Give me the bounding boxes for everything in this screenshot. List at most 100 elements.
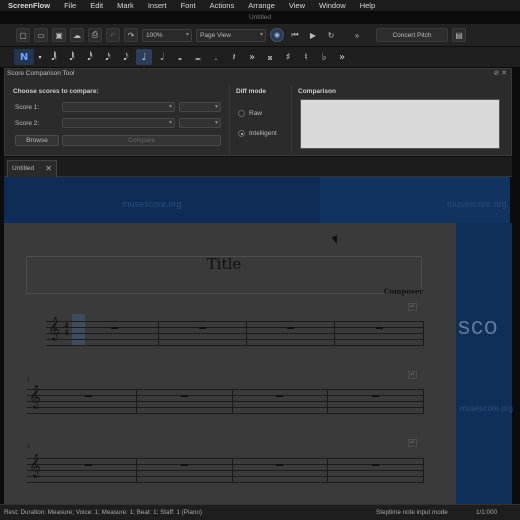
score-title[interactable]: Title xyxy=(26,255,422,273)
chevron-down-icon: ▾ xyxy=(168,104,172,110)
panel-float-close-icon[interactable]: ⊘ ✕ xyxy=(493,69,507,77)
compare-button[interactable]: Compare xyxy=(62,135,221,146)
menu-edit[interactable]: Edit xyxy=(90,1,103,10)
menu-actions[interactable]: Actions xyxy=(210,1,235,10)
view-mode-select[interactable]: Page View ▾ xyxy=(196,28,266,42)
window-title: Untitled xyxy=(248,14,272,21)
browse-button[interactable]: Browse xyxy=(15,135,59,146)
score2-label: Score 2: xyxy=(15,120,40,127)
metronome-icon[interactable]: ◉ xyxy=(270,28,284,42)
duration-whole-icon[interactable]: 𝅝 xyxy=(172,49,188,65)
line-break-icon[interactable]: ↵ xyxy=(408,371,417,379)
menu-help[interactable]: Help xyxy=(360,1,375,10)
note-input-mode-button[interactable]: N xyxy=(14,49,34,65)
new-file-icon[interactable]: ▢ xyxy=(16,28,30,42)
score2-combo[interactable]: ▾ xyxy=(62,118,175,128)
whole-rest[interactable] xyxy=(376,327,383,329)
rest-icon[interactable]: 𝄽 xyxy=(226,49,242,65)
flat-icon[interactable]: ♭ xyxy=(316,49,332,65)
chevron-down-icon: ▾ xyxy=(259,31,263,38)
line-break-icon[interactable]: ↵ xyxy=(408,439,417,447)
intelligent-radio[interactable] xyxy=(238,130,245,137)
whole-rest[interactable] xyxy=(85,464,92,466)
duration-breve-icon[interactable]: 𝅜 xyxy=(190,49,206,65)
whole-rest[interactable] xyxy=(181,464,188,466)
whole-rest[interactable] xyxy=(287,327,294,329)
tab-untitled[interactable]: Untitled ✕ xyxy=(7,160,57,177)
score1-label: Score 1: xyxy=(15,104,40,111)
treble-clef-icon: 𝄞 xyxy=(29,453,41,477)
whole-rest[interactable] xyxy=(181,395,188,397)
image-capture-icon[interactable]: ▤ xyxy=(452,28,466,42)
score-tab-bar: Untitled ✕ xyxy=(4,157,512,177)
double-sharp-icon[interactable]: 𝄪 xyxy=(262,49,278,65)
concert-pitch-toggle[interactable]: Concert Pitch xyxy=(376,28,448,42)
score2-version-combo[interactable]: ▾ xyxy=(179,118,221,128)
whole-rest[interactable] xyxy=(85,395,92,397)
redo-icon[interactable]: ↷ xyxy=(124,28,138,42)
status-selection-info: Rest; Duration: Measure; Voice: 1; Measu… xyxy=(4,509,202,516)
natural-icon[interactable]: ♮ xyxy=(298,49,314,65)
view-mode-value: Page View xyxy=(200,31,231,39)
duration-16th-icon[interactable]: 𝅘𝅥𝅰 xyxy=(82,49,98,65)
score1-combo[interactable]: ▾ xyxy=(62,102,175,112)
menu-mark[interactable]: Mark xyxy=(117,1,134,10)
chevron-down-icon: ▾ xyxy=(168,120,172,126)
choose-scores-label: Choose scores to compare: xyxy=(13,88,99,95)
status-input-mode: Steptime note input mode xyxy=(376,509,448,516)
menu-view[interactable]: View xyxy=(289,1,305,10)
sharp-icon[interactable]: ♯ xyxy=(280,49,296,65)
close-icon[interactable]: ✕ xyxy=(45,164,52,173)
duration-quarter-icon[interactable]: ♩ xyxy=(136,49,152,65)
more-icon[interactable]: » xyxy=(342,31,372,40)
menu-arrange[interactable]: Arrange xyxy=(248,1,275,10)
save-icon[interactable]: ▣ xyxy=(52,28,66,42)
chevron-down-icon[interactable]: ▾ xyxy=(36,49,44,65)
whole-rest[interactable] xyxy=(276,464,283,466)
duration-eighth-alt-icon[interactable]: 𝅘𝅥𝅮 xyxy=(118,49,134,65)
raw-radio-label: Raw xyxy=(249,110,263,117)
barline xyxy=(246,321,247,346)
menu-file[interactable]: File xyxy=(64,1,76,10)
note-input-toolbar: N ▾ 𝅘𝅥𝅲 𝅘𝅥𝅱 𝅘𝅥𝅰 𝅘𝅥𝅯 𝅘𝅥𝅮 ♩ 𝅗𝅥 𝅝 𝅜 . 𝄽 » 𝄪… xyxy=(0,47,520,67)
duration-32nd-icon[interactable]: 𝅘𝅥𝅱 xyxy=(64,49,80,65)
open-folder-icon[interactable]: ▭ xyxy=(34,28,48,42)
whole-rest[interactable] xyxy=(276,395,283,397)
whole-rest[interactable] xyxy=(372,464,379,466)
print-icon[interactable]: ⎙ xyxy=(88,28,102,42)
more-icon[interactable]: » xyxy=(244,49,260,65)
cloud-upload-icon[interactable]: ☁ xyxy=(70,28,84,42)
tab-label: Untitled xyxy=(12,165,35,172)
menu-app[interactable]: ScreenFlow xyxy=(8,1,50,10)
barline xyxy=(334,321,335,346)
raw-radio[interactable] xyxy=(238,110,245,117)
line-break-icon[interactable]: ↵ xyxy=(408,303,417,311)
watermark-text: musescore.org xyxy=(122,199,182,209)
duration-half-icon[interactable]: 𝅗𝅥 xyxy=(154,49,170,65)
menu-insert[interactable]: Insert xyxy=(148,1,167,10)
whole-rest[interactable] xyxy=(199,327,206,329)
duration-eighth-icon[interactable]: 𝅘𝅥𝅯 xyxy=(100,49,116,65)
zoom-select[interactable]: 100% ▾ xyxy=(142,28,192,42)
undo-icon[interactable]: ↶ xyxy=(106,28,120,42)
score-composer[interactable]: Composer xyxy=(384,287,423,296)
augmentation-dot-icon[interactable]: . xyxy=(208,49,224,65)
comparison-results-box[interactable] xyxy=(300,99,500,149)
screen: ScreenFlow File Edit Mark Insert Font Ac… xyxy=(0,0,520,520)
comparison-label: Comparison xyxy=(298,88,336,95)
duration-64th-icon[interactable]: 𝅘𝅥𝅲 xyxy=(46,49,62,65)
rewind-icon[interactable]: ⏮ xyxy=(288,30,302,40)
score1-version-combo[interactable]: ▾ xyxy=(179,102,221,112)
play-icon[interactable]: ▶ xyxy=(306,31,320,40)
status-bar: Rest; Duration: Measure; Voice: 1; Measu… xyxy=(0,504,520,520)
menu-window[interactable]: Window xyxy=(319,1,346,10)
more-icon[interactable]: » xyxy=(334,49,350,65)
menu-font[interactable]: Font xyxy=(181,1,196,10)
whole-rest[interactable] xyxy=(111,327,118,329)
loop-icon[interactable]: ↻ xyxy=(324,31,338,40)
menu-bar: ScreenFlow File Edit Mark Insert Font Ac… xyxy=(0,0,520,11)
divider xyxy=(291,85,292,153)
divider xyxy=(229,85,230,153)
score-comparison-panel: Score Comparison Tool ⊘ ✕ Choose scores … xyxy=(4,68,512,156)
whole-rest[interactable] xyxy=(372,395,379,397)
